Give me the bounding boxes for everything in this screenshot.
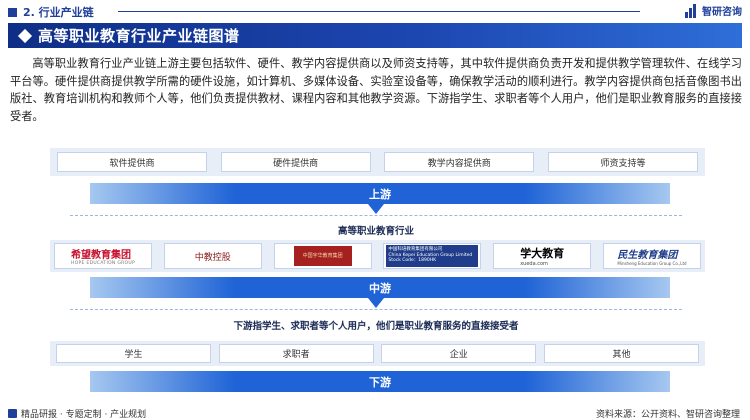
upstream-banner: 上游 [90, 183, 670, 204]
company-logo: 中教控股 [163, 243, 262, 269]
company-logo: 中国宇华教育集团 [273, 243, 372, 269]
footer: 精品研报 · 专题定制 · 产业规划 资料来源：公开资料、智研咨询整理 [0, 404, 750, 420]
company-logo: 学大教育 xueda.com [493, 243, 592, 269]
divider [70, 215, 682, 216]
intro-paragraph: 高等职业教育行业产业链上游主要包括软件、硬件、教学内容提供商以及师资支持等，其中… [10, 57, 742, 123]
footer-icon [8, 409, 17, 418]
section-label: 2. 行业产业链 [8, 4, 94, 20]
down-arrow-icon [368, 204, 384, 214]
downstream-banner: 下游 [90, 371, 670, 392]
midstream-banner: 中游 [90, 277, 670, 298]
upstream-item: 教学内容提供商 [384, 152, 535, 172]
company-logo: 民生教育集团 Minsheng Education Group Co.,Ltd [602, 243, 701, 269]
page-title-bar: 高等职业教育行业产业链图谱 [8, 23, 742, 48]
top-bar: 2. 行业产业链 智研咨询 [0, 0, 750, 22]
page-title: 高等职业教育行业产业链图谱 [38, 27, 240, 45]
downstream-item: 求职者 [218, 344, 374, 363]
company-logo: 中国科培教育集团有限公司 China Kepei Education Group… [383, 243, 482, 269]
industry-chain-diagram: 软件提供商 硬件提供商 教学内容提供商 师资支持等 上游 高等职业教育行业 希望… [40, 145, 712, 395]
source-note: 资料来源：公开资料、智研咨询整理 [595, 410, 740, 420]
brand-logo: 智研咨询 [685, 3, 742, 18]
upstream-item: 师资支持等 [547, 152, 698, 172]
downstream-row: 学生 求职者 企业 其他 [50, 341, 705, 366]
divider [70, 309, 682, 310]
downstream-title: 下游指学生、求职者等个人用户，他们是职业教育服务的直接接受者 [233, 321, 519, 332]
footer-left: 精品研报 · 专题定制 · 产业规划 [8, 407, 146, 420]
downstream-item: 学生 [56, 344, 211, 363]
bar-chart-icon [685, 3, 699, 18]
downstream-item: 企业 [381, 344, 537, 363]
upstream-row: 软件提供商 硬件提供商 教学内容提供商 师资支持等 [50, 148, 705, 176]
downstream-item: 其他 [543, 344, 699, 363]
down-arrow-icon [368, 298, 384, 308]
midstream-logos: 希望教育集团 HOPE EDUCATION GROUP 中教控股 中国宇华教育集团… [50, 240, 705, 272]
midstream-title: 高等职业教育行业 [337, 226, 414, 237]
header-rule [118, 11, 640, 12]
section-square-icon [8, 7, 17, 17]
upstream-item: 软件提供商 [57, 152, 207, 172]
diamond-icon [17, 28, 33, 43]
company-logo: 希望教育集团 HOPE EDUCATION GROUP [54, 243, 152, 269]
upstream-item: 硬件提供商 [220, 152, 371, 172]
